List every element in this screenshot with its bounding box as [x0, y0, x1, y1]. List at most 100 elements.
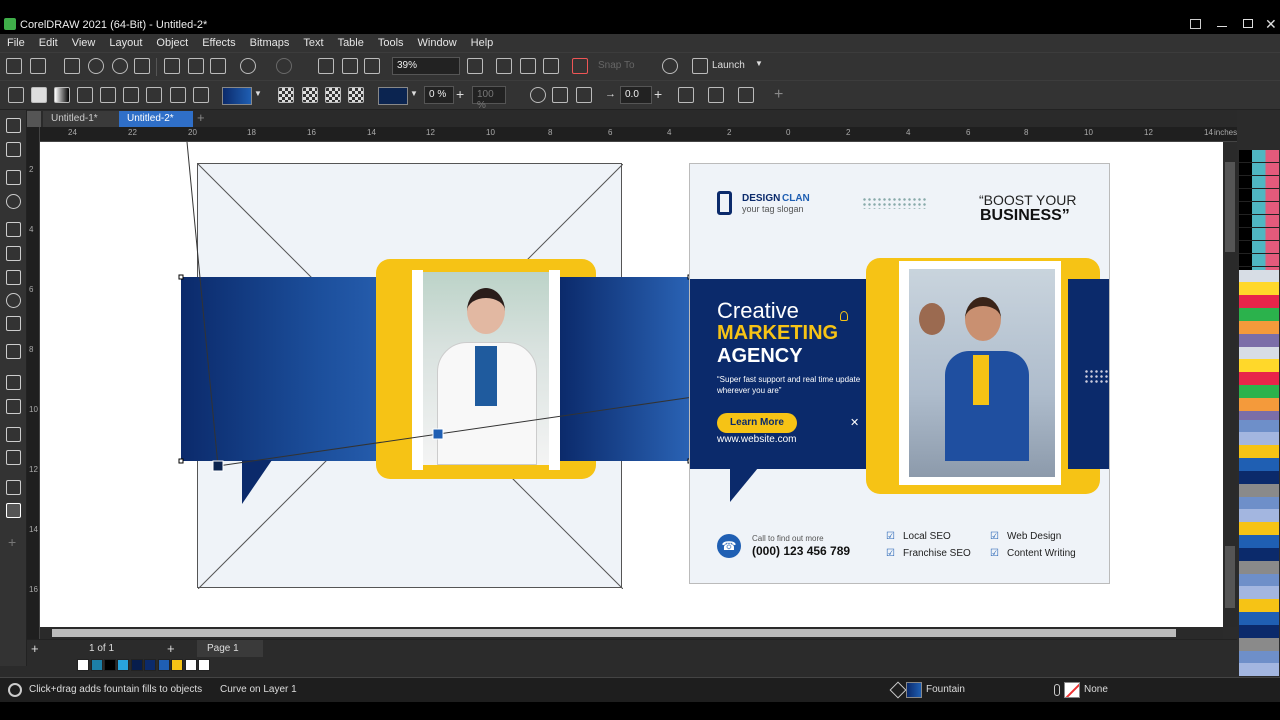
alignment-guides-icon[interactable] [572, 58, 588, 74]
add-page-icon[interactable]: + [167, 641, 175, 656]
plus-icon[interactable]: + [456, 86, 464, 102]
ellipse-tool-icon[interactable] [6, 293, 21, 308]
fill-color-picker[interactable] [222, 87, 252, 105]
swatch-navy[interactable] [144, 659, 156, 671]
menu-text[interactable]: Text [296, 37, 330, 49]
business-woman-photo[interactable] [909, 269, 1055, 477]
palette-swatches-middle[interactable] [1239, 270, 1279, 420]
learn-more-button[interactable]: Learn More [717, 413, 797, 433]
minimize-button[interactable] [1217, 26, 1227, 27]
add-page-icon[interactable]: + [31, 641, 39, 656]
guidelines-icon[interactable] [543, 58, 559, 74]
menu-view[interactable]: View [65, 37, 103, 49]
cut-icon[interactable] [164, 58, 180, 74]
add-tool-icon[interactable]: + [8, 534, 16, 550]
close-button[interactable]: ✕ [1265, 16, 1277, 33]
transparency-tool-icon[interactable] [6, 450, 21, 465]
zoom-to-page-icon[interactable] [467, 58, 483, 74]
checker-icon[interactable] [325, 87, 341, 103]
text-tool-icon[interactable] [6, 344, 21, 359]
vector-pattern-icon[interactable] [77, 87, 93, 103]
pick-tool-icon[interactable] [6, 118, 21, 133]
redo-icon[interactable] [276, 58, 292, 74]
eyedropper-tool-icon[interactable] [6, 480, 21, 495]
upload-icon[interactable] [88, 58, 104, 74]
import-icon[interactable] [318, 58, 334, 74]
artistic-media-icon[interactable] [6, 246, 21, 261]
outline-indicator[interactable] [1064, 682, 1080, 698]
menu-bitmaps[interactable]: Bitmaps [243, 37, 297, 49]
undo-icon[interactable] [240, 58, 256, 74]
crop-tool-icon[interactable] [6, 170, 21, 185]
menu-edit[interactable]: Edit [32, 37, 65, 49]
menu-table[interactable]: Table [331, 37, 371, 49]
zoom-level-field[interactable]: 39% [392, 57, 460, 75]
reverse-icon[interactable] [530, 87, 546, 103]
export-icon[interactable] [342, 58, 358, 74]
interactive-fill-tool-icon[interactable] [6, 503, 21, 518]
menu-window[interactable]: Window [411, 37, 464, 49]
settings-gear-icon[interactable] [662, 58, 678, 74]
new-tab-icon[interactable]: + [197, 110, 205, 125]
blend-tool-icon[interactable] [6, 399, 21, 414]
cloud-icon[interactable] [112, 58, 128, 74]
save-icon[interactable] [64, 58, 80, 74]
gear-icon[interactable] [8, 683, 22, 697]
chevron-down-icon[interactable]: ▼ [755, 59, 763, 68]
checker-icon[interactable] [278, 87, 294, 103]
swatch-black[interactable] [104, 659, 116, 671]
menu-layout[interactable]: Layout [102, 37, 149, 49]
offset-field[interactable]: 0.0 [620, 86, 652, 104]
swatch-cyan[interactable] [117, 659, 129, 671]
palette-swatches-bottom[interactable] [1239, 420, 1279, 676]
new-document-icon[interactable] [6, 58, 22, 74]
vertical-scrollbar[interactable] [1223, 142, 1237, 627]
add-icon[interactable]: + [774, 86, 783, 104]
connector-tool-icon[interactable] [6, 375, 21, 390]
home-icon[interactable] [27, 111, 41, 127]
open-icon[interactable] [30, 58, 46, 74]
menu-effects[interactable]: Effects [195, 37, 242, 49]
paste-icon[interactable] [210, 58, 226, 74]
tab-untitled-2[interactable]: Untitled-2* [119, 111, 193, 127]
scroll-thumb[interactable] [1225, 546, 1235, 608]
chevron-down-icon[interactable]: ▼ [410, 89, 418, 98]
swatch-teal[interactable] [91, 659, 103, 671]
shadow-tool-icon[interactable] [6, 427, 21, 442]
bitmap-pattern-icon[interactable] [100, 87, 116, 103]
polygon-tool-icon[interactable] [6, 316, 21, 331]
two-color-pattern-icon[interactable] [123, 87, 139, 103]
zoom-tool-icon[interactable] [6, 194, 21, 209]
menu-object[interactable]: Object [149, 37, 195, 49]
mesh-fill-icon[interactable] [193, 87, 209, 103]
swatch-none[interactable] [77, 659, 89, 671]
swatch-dark-navy[interactable] [131, 659, 143, 671]
swatch-white[interactable] [185, 659, 197, 671]
blend-icon[interactable] [576, 87, 592, 103]
copy-fill-icon[interactable] [708, 87, 724, 103]
freehand-tool-icon[interactable] [6, 222, 21, 237]
node-position-field[interactable]: 0 % [424, 86, 454, 104]
launch-icon[interactable] [692, 58, 708, 74]
plus-icon[interactable]: + [654, 86, 662, 102]
horizontal-scrollbar[interactable] [40, 627, 1223, 639]
full-screen-icon[interactable] [496, 58, 512, 74]
texture-fill-icon[interactable] [146, 87, 162, 103]
smooth-icon[interactable] [552, 87, 568, 103]
edit-fill-icon[interactable] [738, 87, 754, 103]
postscript-fill-icon[interactable] [170, 87, 186, 103]
scroll-thumb[interactable] [1225, 162, 1235, 252]
print-icon[interactable] [134, 58, 150, 74]
uniform-fill-icon[interactable] [31, 87, 47, 103]
fountain-fill-icon[interactable] [54, 87, 70, 103]
scroll-thumb[interactable] [52, 629, 1176, 637]
fountain-fill-vector[interactable] [40, 142, 740, 542]
no-fill-icon[interactable] [8, 87, 24, 103]
transparency-field[interactable]: 100 % [472, 86, 506, 111]
swatch-blue[interactable] [158, 659, 170, 671]
swatch-yellow[interactable] [171, 659, 183, 671]
tab-untitled-1[interactable]: Untitled-1* [43, 111, 119, 127]
page-tab[interactable]: Page 1 [197, 640, 263, 657]
restore-icon[interactable] [1190, 19, 1201, 29]
free-scale-icon[interactable] [678, 87, 694, 103]
